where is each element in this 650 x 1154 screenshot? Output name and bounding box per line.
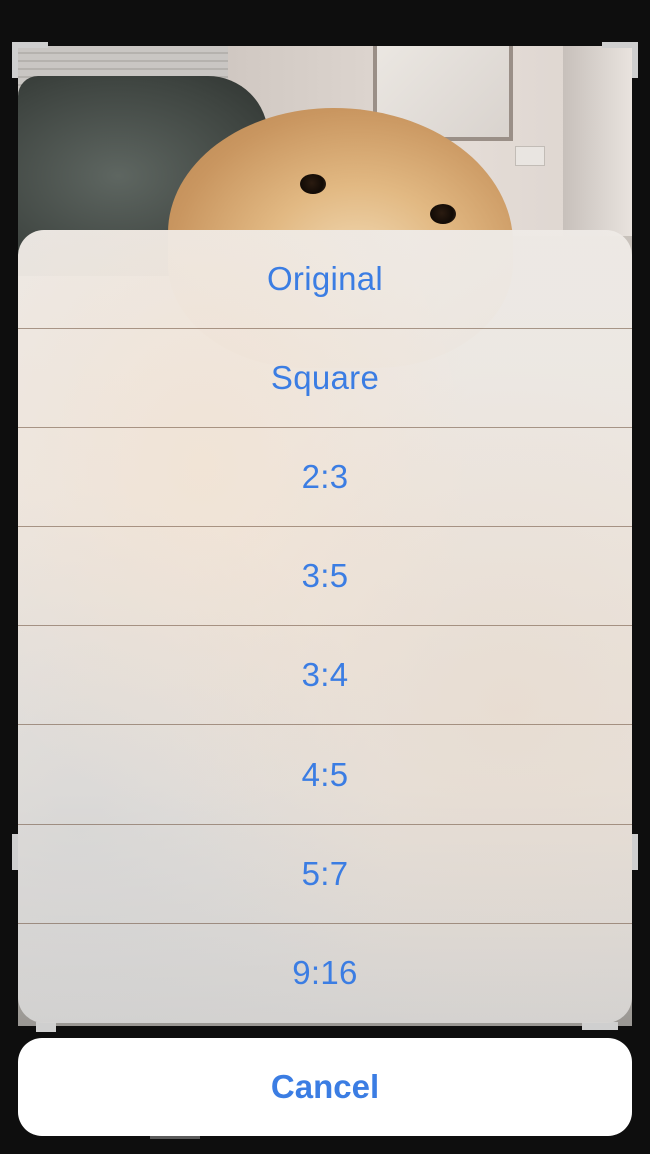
crop-handle-bottom-right[interactable] [582, 1022, 618, 1030]
cancel-button[interactable]: Cancel [18, 1038, 632, 1136]
crop-handle-top-right[interactable] [632, 42, 638, 78]
photo-door [563, 46, 632, 236]
photo-light-switch [515, 146, 545, 166]
aspect-option-3-5[interactable]: 3:5 [18, 527, 632, 627]
aspect-option-4-5[interactable]: 4:5 [18, 725, 632, 825]
crop-handle-bottom-left[interactable] [36, 1022, 56, 1032]
aspect-option-original[interactable]: Original [18, 230, 632, 330]
crop-handle-right[interactable] [632, 834, 638, 870]
photo-dog-eye [300, 174, 326, 194]
aspect-option-2-3[interactable]: 2:3 [18, 428, 632, 528]
aspect-ratio-action-sheet: Original Square 2:3 3:5 3:4 4:5 5:7 9:16 [18, 230, 632, 1023]
aspect-option-3-4[interactable]: 3:4 [18, 626, 632, 726]
photo-dog-eye [430, 204, 456, 224]
aspect-option-5-7[interactable]: 5:7 [18, 825, 632, 924]
aspect-option-square[interactable]: Square [18, 329, 632, 429]
crop-handle-top-left[interactable] [12, 42, 18, 78]
aspect-option-9-16[interactable]: 9:16 [18, 924, 632, 1023]
